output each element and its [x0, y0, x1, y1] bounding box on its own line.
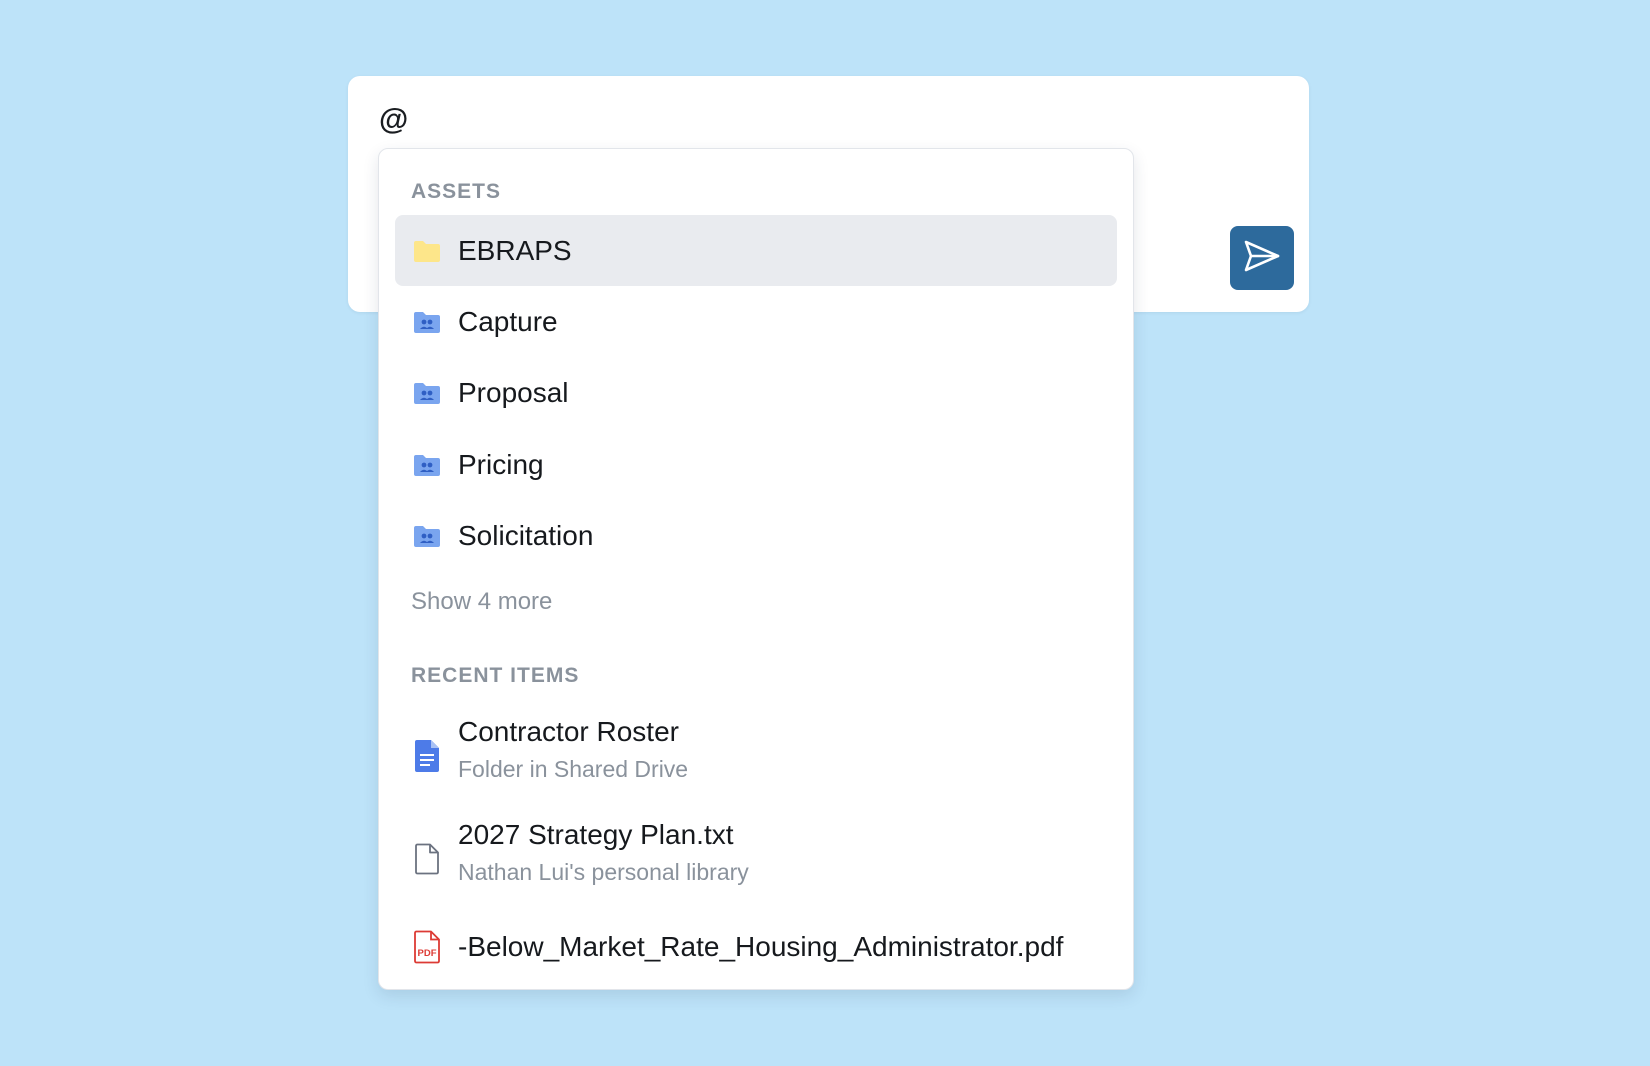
asset-item-label: EBRAPS	[458, 234, 572, 266]
shared-folder-icon	[411, 449, 443, 481]
assets-heading: ASSETS	[411, 180, 502, 203]
recent-item-title: 2027 Strategy Plan.txt	[458, 819, 734, 850]
recent-item-housing-pdf[interactable]: PDF -Below_Market_Rate_Housing_Administr…	[395, 919, 1117, 975]
asset-item-label: Capture	[458, 305, 558, 337]
recent-item-title: Contractor Roster	[458, 716, 679, 747]
send-button[interactable]	[1230, 226, 1294, 290]
asset-item-label: Proposal	[458, 376, 569, 408]
mention-dropdown: ASSETS EBRAPS Capture Proposal Pricing S…	[378, 148, 1134, 990]
composer-input[interactable]: @	[379, 102, 408, 138]
asset-item-label: Pricing	[458, 448, 544, 480]
recent-item-contractor-roster[interactable]: Contractor Roster Folder in Shared Drive	[395, 711, 1117, 801]
file-icon	[411, 843, 443, 875]
shared-folder-icon	[411, 306, 443, 338]
recent-item-title: -Below_Market_Rate_Housing_Administrator…	[458, 931, 1064, 962]
pdf-icon: PDF	[411, 930, 443, 964]
asset-item-label: Solicitation	[458, 519, 594, 551]
asset-item-solicitation[interactable]: Solicitation	[395, 500, 1117, 571]
svg-text:PDF: PDF	[418, 948, 437, 959]
recent-item-subtitle: Folder in Shared Drive	[458, 756, 689, 782]
shared-folder-icon	[411, 377, 443, 409]
shared-folder-icon	[411, 520, 443, 552]
asset-item-capture[interactable]: Capture	[395, 286, 1117, 357]
google-doc-icon	[411, 740, 443, 772]
recent-item-subtitle: Nathan Lui's personal library	[458, 859, 749, 885]
asset-item-ebraps[interactable]: EBRAPS	[395, 215, 1117, 286]
show-more-link[interactable]: Show 4 more	[411, 587, 552, 617]
asset-item-proposal[interactable]: Proposal	[395, 357, 1117, 428]
recent-item-strategy-plan[interactable]: 2027 Strategy Plan.txt Nathan Lui's pers…	[395, 814, 1117, 904]
asset-item-pricing[interactable]: Pricing	[395, 429, 1117, 500]
recent-items-heading: RECENT ITEMS	[411, 664, 580, 687]
send-icon	[1243, 239, 1281, 278]
folder-icon	[411, 235, 443, 267]
